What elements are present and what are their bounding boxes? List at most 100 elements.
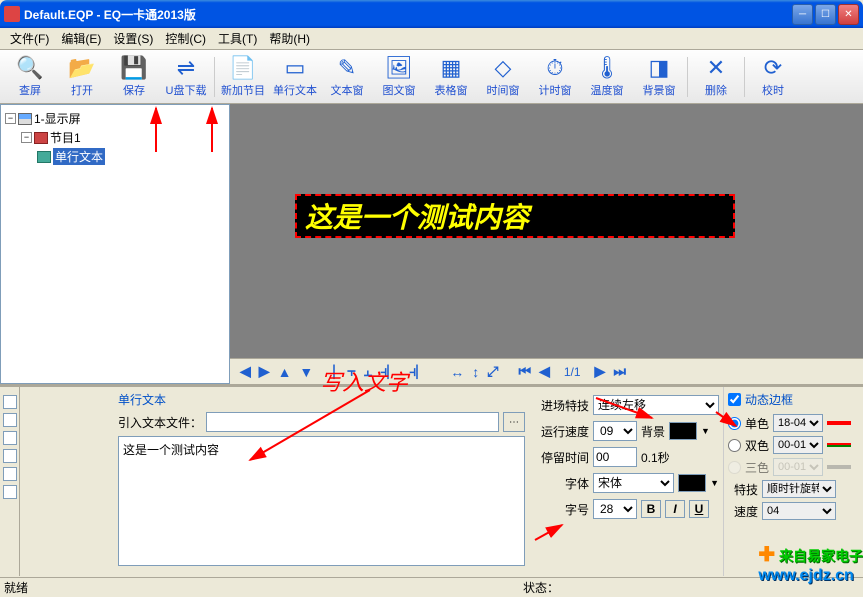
content-textarea[interactable]: 这是一个测试内容: [118, 436, 525, 566]
triple-color-radio: [728, 461, 741, 474]
toolbar-计时窗[interactable]: ⏱计时窗: [529, 52, 581, 102]
toolbar-图文窗[interactable]: 🖼图文窗: [373, 52, 425, 102]
double-color-select[interactable]: 00-01: [773, 436, 823, 454]
tree-root[interactable]: − 1-显示屏: [5, 109, 225, 128]
tree-program-label: 节目1: [50, 129, 81, 146]
toolbar-label: U盘下载: [166, 82, 207, 98]
toolbar-icon: 💾: [122, 56, 146, 80]
stay-input[interactable]: [593, 447, 637, 467]
properties-panel: 单行文本 引入文本文件： ⋯ 这是一个测试内容 进场特技 连续左移 运行速度 0…: [0, 384, 863, 576]
toolbar-label: 查屏: [19, 82, 41, 98]
nav-left-icon[interactable]: ◀: [238, 363, 253, 380]
strip-button[interactable]: [3, 395, 17, 409]
tree-text-label: 单行文本: [53, 148, 105, 165]
strip-button[interactable]: [3, 413, 17, 427]
toolbar-删除[interactable]: ✕删除: [690, 52, 742, 102]
menu-item[interactable]: 设置(S): [107, 28, 159, 49]
single-color-radio[interactable]: [728, 417, 741, 430]
browse-button[interactable]: ⋯: [503, 412, 525, 432]
menu-item[interactable]: 工具(T): [212, 28, 263, 49]
align-center-icon[interactable]: ⫠: [362, 363, 374, 380]
stay-label: 停留时间: [537, 449, 589, 466]
next-page-icon[interactable]: ▶: [593, 363, 608, 380]
font-color-swatch[interactable]: [678, 474, 706, 492]
tree-root-label: 1-显示屏: [34, 110, 81, 127]
strip-button[interactable]: [3, 449, 17, 463]
toolbar-U盘下载[interactable]: ⇌ U盘下载: [160, 52, 212, 102]
strip-button[interactable]: [3, 467, 17, 481]
expand-all-icon[interactable]: ⤢: [485, 363, 500, 380]
toolbar-icon: 📄: [231, 56, 255, 80]
import-file-label: 引入文本文件：: [118, 414, 202, 431]
maximize-button[interactable]: ☐: [815, 4, 836, 25]
statusbar: 就绪 状态：: [0, 577, 863, 597]
watermark-line2: www.ejdz.cn: [758, 567, 853, 584]
toolbar-单行文本[interactable]: ▭单行文本: [269, 52, 321, 102]
nav-down-icon[interactable]: ▼: [297, 364, 315, 380]
double-color-radio[interactable]: [728, 439, 741, 452]
bg-color-swatch[interactable]: [669, 422, 697, 440]
toolbar-校时[interactable]: ⟳校时: [747, 52, 799, 102]
strip-button[interactable]: [3, 485, 17, 499]
toolbar-label: 删除: [705, 82, 727, 98]
color-preview: [827, 421, 851, 425]
align-justify-icon[interactable]: ⫞⎸: [407, 363, 432, 380]
toolbar-表格窗[interactable]: ▦表格窗: [425, 52, 477, 102]
toolbar-查屏[interactable]: 🔍查屏: [4, 52, 56, 102]
led-preview[interactable]: 这是一个测试内容: [295, 194, 735, 238]
toolbar-separator: [214, 57, 215, 97]
align-left-icon[interactable]: ⎸⫟: [331, 363, 357, 380]
minimize-button[interactable]: ─: [792, 4, 813, 25]
import-file-input[interactable]: [206, 412, 499, 432]
toolbar-文本窗[interactable]: ✎文本窗: [321, 52, 373, 102]
toolbar-label: 新加节目: [221, 82, 265, 98]
toolbar-label: 时间窗: [487, 82, 520, 98]
toolbar-separator: [744, 57, 745, 97]
first-page-icon[interactable]: ⏮: [516, 363, 533, 380]
menu-item[interactable]: 帮助(H): [263, 28, 316, 49]
font-select[interactable]: 宋体: [593, 473, 674, 493]
menu-item[interactable]: 编辑(E): [55, 28, 107, 49]
dynamic-border-checkbox[interactable]: [728, 393, 741, 406]
tree-panel[interactable]: − 1-显示屏 − 节目1 单行文本: [0, 104, 230, 384]
triple-color-select: 00-01: [773, 458, 823, 476]
collapse-icon[interactable]: −: [21, 132, 32, 143]
animation-properties: 进场特技 连续左移 运行速度 09 背景 ▼ 停留时间 0.1秒 字体 宋体 ▼…: [533, 387, 723, 576]
toolbar-label: 温度窗: [591, 82, 624, 98]
toolbar-温度窗[interactable]: 🌡温度窗: [581, 52, 633, 102]
nav-right-icon[interactable]: ▶: [257, 363, 272, 380]
toolbar-背景窗[interactable]: ◨背景窗: [633, 52, 685, 102]
close-button[interactable]: ✕: [838, 4, 859, 25]
toolbar-icon: ⇌: [174, 56, 198, 80]
canvas-view[interactable]: 这是一个测试内容: [230, 104, 863, 358]
underline-button[interactable]: U: [689, 500, 709, 518]
expand-h-icon[interactable]: ↔: [448, 364, 466, 380]
italic-button[interactable]: I: [665, 500, 685, 518]
single-color-select[interactable]: 18-04: [773, 414, 823, 432]
speed-select[interactable]: 09: [593, 421, 637, 441]
last-page-icon[interactable]: ⏭: [611, 363, 628, 380]
toolbar-icon: ⏱: [543, 56, 567, 80]
prev-page-icon[interactable]: ◀: [537, 363, 552, 380]
toolbar-新加节目[interactable]: 📄 新加节目: [217, 52, 269, 102]
tree-program[interactable]: − 节目1: [5, 128, 225, 147]
menu-item[interactable]: 文件(F): [4, 28, 55, 49]
strip-button[interactable]: [3, 431, 17, 445]
border-effect-select[interactable]: 顺时针旋转: [762, 480, 836, 498]
effect-select[interactable]: 连续左移: [593, 395, 719, 415]
size-select[interactable]: 28: [593, 499, 637, 519]
border-speed-select[interactable]: 04: [762, 502, 836, 520]
tree-text-item[interactable]: 单行文本: [5, 147, 225, 166]
toolbar-打开[interactable]: 📂打开: [56, 52, 108, 102]
toolbar-label: 打开: [71, 82, 93, 98]
nav-up-icon[interactable]: ▲: [276, 364, 294, 380]
text-properties: 单行文本 引入文本文件： ⋯ 这是一个测试内容: [110, 387, 533, 576]
expand-v-icon[interactable]: ↕: [470, 364, 481, 380]
collapse-icon[interactable]: −: [5, 113, 16, 124]
dynamic-border-label: 动态边框: [745, 391, 793, 408]
menu-item[interactable]: 控制(C): [159, 28, 212, 49]
bold-button[interactable]: B: [641, 500, 661, 518]
align-right-icon[interactable]: ⫞⎸: [378, 363, 403, 380]
toolbar-时间窗[interactable]: ◇时间窗: [477, 52, 529, 102]
toolbar-保存[interactable]: 💾保存: [108, 52, 160, 102]
